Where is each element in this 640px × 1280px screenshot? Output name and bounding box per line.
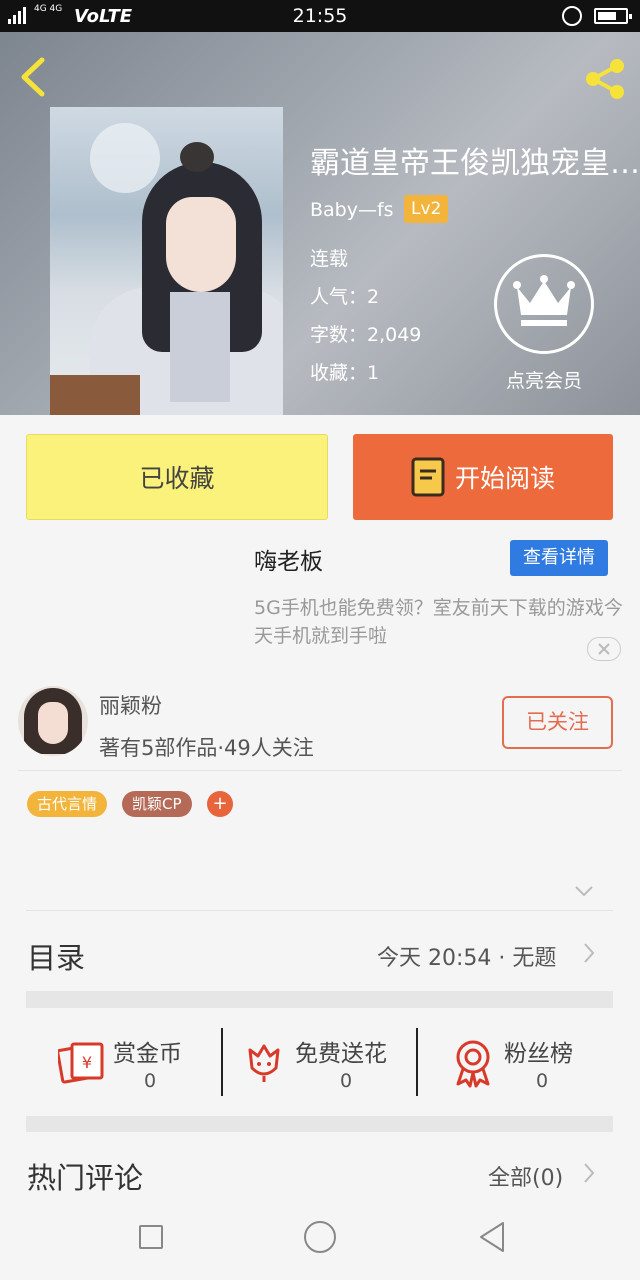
reward-coins-label: 赏金币 [113,1041,182,1067]
start-reading-button[interactable]: 开始阅读 [353,434,613,520]
catalog-title[interactable]: 目录 [27,935,85,977]
reward-coins[interactable]: ¥ 赏金币 0 [58,1030,208,1100]
author-avatar[interactable] [18,686,88,756]
system-nav-bar [0,1190,640,1280]
back-triangle-icon[interactable] [478,1220,506,1254]
start-reading-label: 开始阅读 [454,464,555,493]
collected-button[interactable]: 已收藏 [26,434,328,520]
book-popularity: 人气：2 [310,286,380,308]
book-header: 霸道皇帝王俊凯独宠皇… Baby—fs Lv2 连载 人气：2 字数：2,049… [0,32,640,415]
free-flowers-label: 免费送花 [295,1041,387,1067]
stat-separator [416,1028,418,1096]
tag-cp[interactable]: 凯颖CP [122,791,192,817]
clock: 21:55 [292,5,348,27]
level-badge: Lv2 [404,195,449,223]
medal-icon [456,1040,490,1088]
share-button[interactable] [580,54,630,104]
catalog-latest-chapter[interactable]: 今天 20:54 · 无题 [377,940,556,972]
battery-icon [594,8,632,24]
book-icon [411,457,445,497]
close-icon [598,643,610,655]
book-title: 霸道皇帝王俊凯独宠皇… [310,146,640,181]
stat-separator [221,1028,223,1096]
fan-ranking[interactable]: 粉丝榜 0 [452,1030,592,1100]
book-word-count: 字数：2,049 [310,324,422,346]
collected-label: 已收藏 [139,464,215,493]
book-status: 连载 [310,248,349,270]
book-favorites: 收藏：1 [310,362,380,384]
free-flowers[interactable]: 免费送花 0 [244,1030,409,1100]
all-comments-link[interactable]: 全部(0) [488,1160,563,1192]
author-name[interactable]: 丽颖粉 [99,690,162,720]
recent-apps-button[interactable] [139,1225,163,1249]
ad-title[interactable]: 嗨老板 [254,542,323,576]
ad-close-button[interactable] [587,637,621,661]
divider [26,910,613,911]
back-button[interactable] [14,54,54,100]
svg-text:¥: ¥ [82,1053,92,1072]
rotation-lock-icon [562,6,582,26]
author-stats: 著有5部作品·49人关注 [99,736,314,760]
section-separator [26,991,613,1008]
free-flowers-value: 0 [340,1070,353,1092]
flower-icon [248,1044,280,1082]
vip-label[interactable]: 点亮会员 [494,366,594,393]
chevron-right-icon[interactable] [582,941,596,965]
chevron-down-icon[interactable] [574,884,594,898]
fan-ranking-value: 0 [536,1070,549,1092]
chevron-left-icon [21,57,45,97]
home-button[interactable] [304,1221,336,1253]
status-bar: 4G 4G VoLTE 21:55 [0,0,640,32]
book-author[interactable]: Baby—fs [310,199,394,221]
divider [18,770,622,771]
chevron-right-icon[interactable] [582,1161,596,1185]
ad-description[interactable]: 5G手机也能免费领？室友前天下载的游戏今天手机就到手啦 [254,594,624,650]
tag-ancient-romance[interactable]: 古代言情 [27,791,108,817]
book-cover[interactable] [50,107,283,415]
reward-coins-value: 0 [144,1070,157,1092]
share-icon [586,59,624,99]
follow-button[interactable]: 已关注 [502,696,613,749]
fan-ranking-label: 粉丝榜 [504,1041,573,1067]
vip-button[interactable] [494,254,594,354]
red-envelope-icon: ¥ [58,1042,104,1084]
crown-icon [513,275,575,326]
add-tag-button[interactable]: + [207,791,233,817]
ad-details-button[interactable]: 查看详情 [510,540,608,576]
section-separator [26,1116,613,1132]
